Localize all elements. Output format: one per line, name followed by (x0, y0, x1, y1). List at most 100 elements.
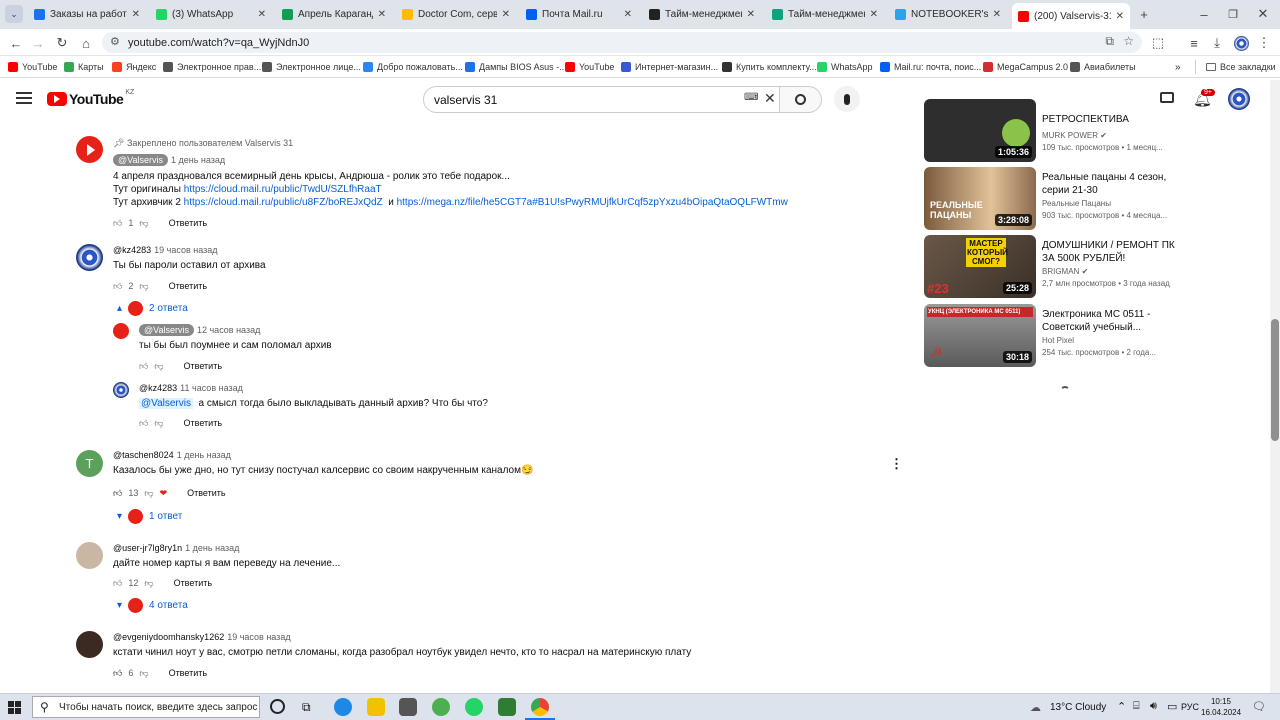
voice-search-button[interactable] (834, 86, 860, 112)
like-icon[interactable]: 👍︎ (113, 281, 122, 292)
reply-author[interactable]: @kz4283 (139, 383, 177, 393)
address-bar[interactable]: ⚙ youtube.com/watch?v=qa_WyjNdnJ0 ⧉ ☆ (102, 32, 1142, 53)
reply-button[interactable]: Ответить (184, 361, 222, 371)
toggle-replies-button[interactable]: ▴ 2 ответа (117, 301, 188, 316)
like-icon[interactable]: 👍︎ (113, 578, 122, 589)
search-input[interactable]: valservis 31 ⌨ ✕ (423, 86, 780, 113)
like-icon[interactable]: 👍︎ (139, 418, 148, 429)
weather-cloud-icon[interactable]: ☁ (1030, 701, 1041, 714)
comment-time[interactable]: 19 часов назад (227, 632, 290, 642)
all-bookmarks-button[interactable]: Все закладки (1195, 60, 1276, 74)
browser-tab[interactable]: Doctor Com, сервис - ✕ (396, 4, 516, 25)
weather-text[interactable]: 13°C Cloudy (1050, 702, 1106, 713)
toggle-replies-button[interactable]: ▾ 4 ответа (117, 598, 188, 613)
bookmark-item[interactable]: MegaCampus 2.0 (983, 60, 1068, 74)
reply-avatar[interactable] (113, 382, 129, 398)
comment-time[interactable]: 1 день назад (177, 450, 231, 460)
keyboard-icon[interactable]: ⌨ (744, 92, 758, 103)
comment-link[interactable]: https://mega.nz/file/he5CGT7a#B1U!sPwyRM… (397, 197, 788, 208)
close-tab-icon[interactable]: ✕ (132, 9, 140, 20)
reply-button[interactable]: Ответить (169, 281, 207, 291)
browser-app-icon[interactable] (432, 698, 450, 716)
like-icon[interactable]: 👍︎ (113, 218, 122, 229)
mention-link[interactable]: @Valservis (139, 398, 193, 409)
reply-time[interactable]: 12 часов назад (197, 325, 260, 335)
bookmark-item[interactable]: Карты (64, 60, 104, 74)
video-title[interactable]: РЕТРОСПЕКТИВА (1042, 113, 1184, 126)
bookmark-item[interactable]: WhatsApp (817, 60, 873, 74)
reply-button[interactable]: Ответить (169, 218, 207, 228)
dislike-icon[interactable]: 👎︎ (154, 418, 163, 429)
comment-author[interactable]: @kz4283 (113, 245, 151, 255)
video-channel[interactable]: BRIGMAN (1042, 267, 1079, 276)
video-thumbnail[interactable]: РЕАЛЬНЫЕ ПАЦАНЫ 3:28:08 (924, 167, 1036, 230)
comment-time[interactable]: 19 часов назад (154, 245, 217, 255)
site-info-icon[interactable]: ⚙ (110, 35, 120, 48)
home-icon[interactable]: ⌂ (76, 33, 96, 53)
related-video-item[interactable]: 1:05:36 РЕТРОСПЕКТИВА MURK POWER ✔ 109 т… (924, 99, 1184, 163)
comment-author[interactable]: @user-jr7lg8ry1n (113, 543, 182, 553)
comment-time[interactable]: 1 день назад (171, 155, 225, 165)
bookmark-item[interactable]: YouTube (8, 60, 57, 74)
cortana-icon[interactable] (270, 699, 285, 714)
related-video-item[interactable]: МАСТЕР КОТОРЫЙ СМОГ? #23 25:28 ДОМУШНИКИ… (924, 235, 1184, 299)
related-video-item[interactable]: РЕАЛЬНЫЕ ПАЦАНЫ 3:28:08 Реальные пацаны … (924, 167, 1184, 231)
reply-button[interactable]: Ответить (169, 668, 207, 678)
bookmark-item[interactable]: Яндекс (112, 60, 156, 74)
video-title[interactable]: Реальные пацаны 4 сезон, серии 21-30 (1042, 171, 1184, 197)
install-app-icon[interactable]: ⧉ (1105, 34, 1114, 49)
browser-tab[interactable]: Тайм-менеджмент - ✕ (643, 4, 761, 25)
bookmark-item[interactable]: Добро пожаловать... (363, 60, 463, 74)
bookmark-item[interactable]: Интернет-магазин... (621, 60, 718, 74)
close-tab-icon[interactable]: ✕ (378, 9, 386, 20)
close-window-icon[interactable]: ✕ (1253, 4, 1273, 24)
file-explorer-icon[interactable] (367, 698, 385, 716)
browser-menu-icon[interactable]: ⋮ (1254, 33, 1274, 53)
comment-author[interactable]: @Valservis (113, 154, 168, 166)
mail-icon[interactable] (399, 698, 417, 716)
video-title[interactable]: Электроника МС 0511 - Советский учебный.… (1042, 308, 1184, 334)
reply-button[interactable]: Ответить (184, 418, 222, 428)
reply-author[interactable]: @Valservis (139, 324, 194, 336)
comment-author[interactable]: @evgeniydoomhansky1262 (113, 632, 224, 642)
comment-avatar-valservis[interactable] (76, 136, 103, 163)
video-channel[interactable]: Реальные Пацаны (1042, 199, 1111, 208)
like-icon[interactable]: 👍︎ (139, 361, 148, 372)
bookmark-star-icon[interactable]: ☆ (1123, 34, 1134, 48)
browser-tab[interactable]: Заказы на работу | F ✕ (28, 4, 146, 25)
forward-arrow-icon[interactable]: → (28, 33, 48, 53)
close-tab-icon[interactable]: ✕ (870, 9, 878, 20)
task-view-icon[interactable]: ⧉ (302, 700, 311, 715)
bookmark-item[interactable]: Авиабилеты (1070, 60, 1136, 74)
dislike-icon[interactable]: 👎︎ (139, 281, 148, 292)
dislike-icon[interactable]: 👎︎ (144, 578, 153, 589)
video-channel[interactable]: Hot Pixel (1042, 336, 1074, 345)
clock[interactable]: 10:15 16.04.2024 (1201, 696, 1241, 718)
close-tab-icon[interactable]: ✕ (993, 9, 1001, 20)
bookmark-item[interactable]: Купить комплекту... (722, 60, 817, 74)
bookmarks-overflow-icon[interactable]: » (1175, 60, 1181, 74)
close-tab-icon[interactable]: ✕ (258, 9, 266, 20)
browser-tab[interactable]: Апрель Караганда - ✕ (276, 4, 392, 25)
dislike-icon[interactable]: 👎︎ (154, 361, 163, 372)
media-control-icon[interactable]: ≡ (1184, 33, 1204, 53)
comment-avatar[interactable] (76, 542, 103, 569)
bookmark-item[interactable]: Mail.ru: почта, поис... (880, 60, 981, 74)
chrome-icon[interactable] (531, 698, 549, 716)
comment-link[interactable]: https://cloud.mail.ru/public/u8FZ/boREJx… (184, 197, 383, 208)
maximize-icon[interactable]: ❐ (1223, 4, 1243, 24)
whatsapp-icon[interactable] (465, 698, 483, 716)
browser-tab[interactable]: (200) Valservis-31. Br ✕ (1012, 3, 1130, 29)
volume-icon[interactable]: 🔊︎ (1150, 700, 1157, 713)
downloads-icon[interactable]: ⤓ (1207, 33, 1227, 53)
back-arrow-icon[interactable]: ← (6, 33, 26, 53)
dislike-icon[interactable]: 👎︎ (139, 668, 148, 679)
reply-button[interactable]: Ответить (187, 488, 225, 498)
search-button[interactable] (780, 86, 822, 113)
video-thumbnail[interactable]: МАСТЕР КОТОРЫЙ СМОГ? #23 25:28 (924, 235, 1036, 298)
like-icon-filled[interactable]: 👍︎ (113, 488, 122, 499)
bookmark-item[interactable]: Дампы BIOS Asus -... (465, 60, 567, 74)
battery-icon[interactable]: ▭ (1167, 700, 1177, 713)
related-video-item[interactable]: УКНЦ (ЭЛЕКТРОНИКА МС 0511) ☭ 30:18 Элект… (924, 304, 1184, 368)
youtube-logo[interactable]: YouTube KZ (47, 89, 134, 107)
